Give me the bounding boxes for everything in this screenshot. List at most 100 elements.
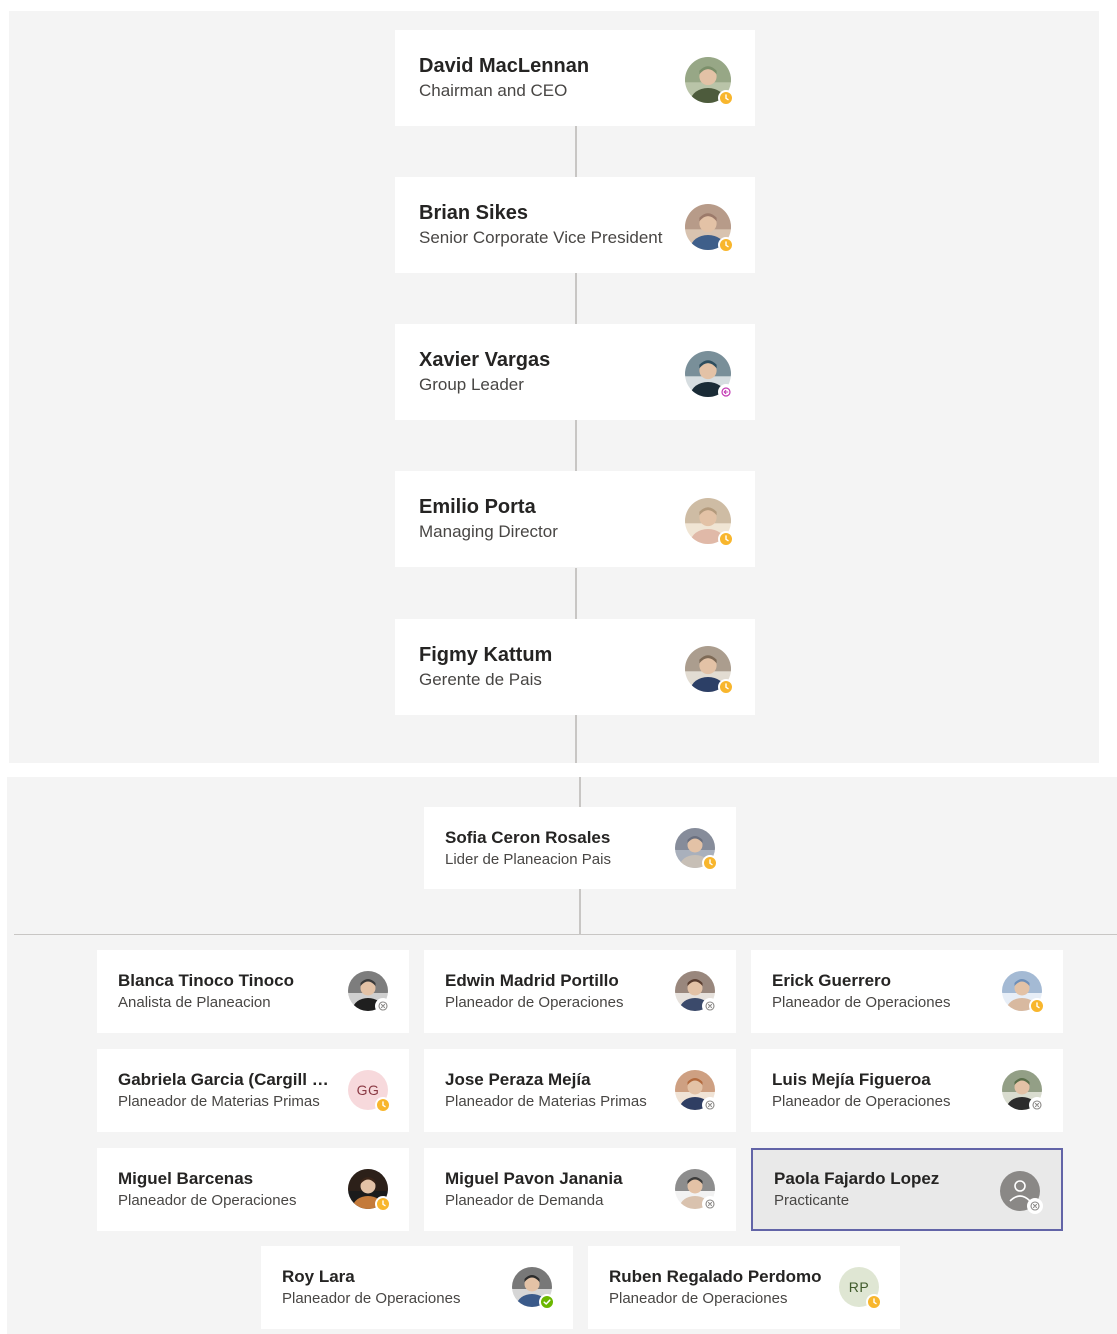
person-text: Erick Guerrero Planeador de Operaciones <box>772 950 994 1033</box>
person-text: Luis Mejía Figueroa Planeador de Operacio… <box>772 1049 994 1132</box>
reports-connector <box>579 889 581 934</box>
avatar[interactable] <box>675 828 718 871</box>
person-text: Sofia Ceron Rosales Lider de Planeacion P… <box>445 807 667 889</box>
person-card-miguel-pavon-janania[interactable]: Miguel Pavon Janania Planeador de Demanda <box>424 1148 736 1231</box>
reports-divider <box>14 934 1117 935</box>
person-text: Edwin Madrid Portillo Planeador de Operac… <box>445 950 667 1033</box>
presence-away-icon <box>375 1196 391 1212</box>
chain-connector <box>575 420 577 471</box>
person-name: Erick Guerrero <box>772 971 892 990</box>
person-title: Lider de Planeacion Pais <box>445 850 611 868</box>
avatar[interactable] <box>675 1070 718 1113</box>
person-name: Emilio Porta <box>419 496 536 518</box>
person-title: Planeador de Demanda <box>445 1192 604 1209</box>
person-name: Edwin Madrid Portillo <box>445 971 619 990</box>
person-text: Gabriela Garcia (Cargill Meat Solutions)… <box>118 1049 340 1132</box>
person-title: Gerente de Pais <box>419 670 542 689</box>
presence-available-icon <box>539 1294 555 1310</box>
person-card-gabriela-garcia-cargill-meat-solutions[interactable]: Gabriela Garcia (Cargill Meat Solutions)… <box>97 1049 409 1132</box>
avatar[interactable]: RP <box>839 1267 882 1310</box>
chain-connector <box>575 715 577 763</box>
person-text: Brian Sikes Senior Corporate Vice Preside… <box>419 177 674 273</box>
person-title: Planeador de Operaciones <box>772 1093 951 1110</box>
avatar[interactable] <box>685 351 734 400</box>
presence-away-icon <box>1029 998 1045 1014</box>
person-name: David MacLennan <box>419 55 590 77</box>
person-title: Practicante <box>774 1192 850 1209</box>
avatar[interactable] <box>685 204 734 253</box>
person-card-erick-guerrero[interactable]: Erick Guerrero Planeador de Operaciones <box>751 950 1063 1033</box>
person-title: Planeador de Operaciones <box>772 994 951 1011</box>
person-title: Group Leader <box>419 375 524 394</box>
person-title: Senior Corporate Vice President <box>419 228 663 247</box>
person-card-miguel-barcenas[interactable]: Miguel Barcenas Planeador de Operaciones <box>97 1148 409 1231</box>
presence-away-icon <box>718 531 734 547</box>
person-name: Miguel Pavon Janania <box>445 1169 623 1188</box>
person-name: Figmy Kattum <box>419 644 553 666</box>
avatar[interactable] <box>1000 1171 1043 1214</box>
person-title: Managing Director <box>419 522 558 541</box>
presence-offline-icon <box>702 998 718 1014</box>
person-name: Gabriela Garcia (Cargill Meat Solutions) <box>118 1070 340 1089</box>
person-name: Sofia Ceron Rosales <box>445 827 611 847</box>
person-text: Roy Lara Planeador de Operaciones <box>282 1246 504 1329</box>
presence-away-icon <box>718 679 734 695</box>
person-card-xavier-vargas[interactable]: Xavier Vargas Group Leader <box>395 324 755 420</box>
person-card-sofia-ceron-rosales[interactable]: Sofia Ceron Rosales Lider de Planeacion P… <box>424 807 736 889</box>
person-card-figmy-kattum[interactable]: Figmy Kattum Gerente de Pais <box>395 619 755 715</box>
person-name: Roy Lara <box>282 1267 355 1286</box>
person-title: Analista de Planeacion <box>118 994 271 1011</box>
person-card-blanca-tinoco-tinoco[interactable]: Blanca Tinoco Tinoco Analista de Planeaci… <box>97 950 409 1033</box>
person-text: David MacLennan Chairman and CEO <box>419 30 674 126</box>
person-card-jose-peraza-mejia[interactable]: Jose Peraza Mejía Planeador de Materias P… <box>424 1049 736 1132</box>
presence-offline-icon <box>702 1196 718 1212</box>
chain-connector <box>575 568 577 619</box>
avatar[interactable] <box>685 498 734 547</box>
chain-connector <box>575 273 577 324</box>
avatar[interactable] <box>348 971 391 1014</box>
presence-away-icon <box>718 237 734 253</box>
person-title: Planeador de Operaciones <box>445 994 624 1011</box>
presence-away-icon <box>718 90 734 106</box>
person-text: Paola Fajardo Lopez Practicante <box>774 1150 996 1229</box>
person-text: Xavier Vargas Group Leader <box>419 324 674 420</box>
person-card-emilio-porta[interactable]: Emilio Porta Managing Director <box>395 471 755 567</box>
person-name: Paola Fajardo Lopez <box>774 1169 940 1188</box>
manager-connector <box>579 777 581 807</box>
person-title: Planeador de Materias Primas <box>118 1093 320 1110</box>
person-name: Ruben Regalado Perdomo <box>609 1267 822 1286</box>
avatar[interactable] <box>675 1169 718 1212</box>
person-text: Miguel Pavon Janania Planeador de Demanda <box>445 1148 667 1231</box>
person-card-edwin-madrid-portillo[interactable]: Edwin Madrid Portillo Planeador de Operac… <box>424 950 736 1033</box>
person-card-luis-mejia-figueroa[interactable]: Luis Mejía Figueroa Planeador de Operacio… <box>751 1049 1063 1132</box>
avatar[interactable] <box>348 1169 391 1212</box>
person-card-paola-fajardo-lopez[interactable]: Paola Fajardo Lopez Practicante <box>751 1148 1063 1231</box>
avatar[interactable] <box>1002 1070 1045 1113</box>
avatar[interactable] <box>1002 971 1045 1014</box>
avatar[interactable] <box>512 1267 555 1310</box>
presence-offline-icon <box>702 1097 718 1113</box>
person-text: Miguel Barcenas Planeador de Operaciones <box>118 1148 340 1231</box>
avatar[interactable] <box>675 971 718 1014</box>
avatar[interactable] <box>685 57 734 106</box>
person-name: Xavier Vargas <box>419 349 551 371</box>
person-title: Planeador de Operaciones <box>609 1290 788 1307</box>
avatar[interactable]: GG <box>348 1070 391 1113</box>
person-title: Planeador de Operaciones <box>118 1192 297 1209</box>
presence-away-icon <box>702 855 718 871</box>
person-card-ruben-regalado-perdomo[interactable]: Ruben Regalado Perdomo Planeador de Opera… <box>588 1246 900 1329</box>
person-card-roy-lara[interactable]: Roy Lara Planeador de Operaciones <box>261 1246 573 1329</box>
presence-offline-icon <box>375 998 391 1014</box>
person-card-brian-sikes[interactable]: Brian Sikes Senior Corporate Vice Preside… <box>395 177 755 273</box>
person-text: Emilio Porta Managing Director <box>419 471 674 567</box>
presence-offline-icon <box>1029 1097 1045 1113</box>
avatar[interactable] <box>685 646 734 695</box>
person-card-david-maclennan[interactable]: David MacLennan Chairman and CEO <box>395 30 755 126</box>
person-title: Planeador de Operaciones <box>282 1290 461 1307</box>
person-text: Ruben Regalado Perdomo Planeador de Opera… <box>609 1246 831 1329</box>
presence-away-icon <box>866 1294 882 1310</box>
person-name: Jose Peraza Mejía <box>445 1070 591 1089</box>
person-title: Planeador de Materias Primas <box>445 1093 647 1110</box>
person-text: Blanca Tinoco Tinoco Analista de Planeaci… <box>118 950 340 1033</box>
person-name: Luis Mejía Figueroa <box>772 1070 931 1089</box>
